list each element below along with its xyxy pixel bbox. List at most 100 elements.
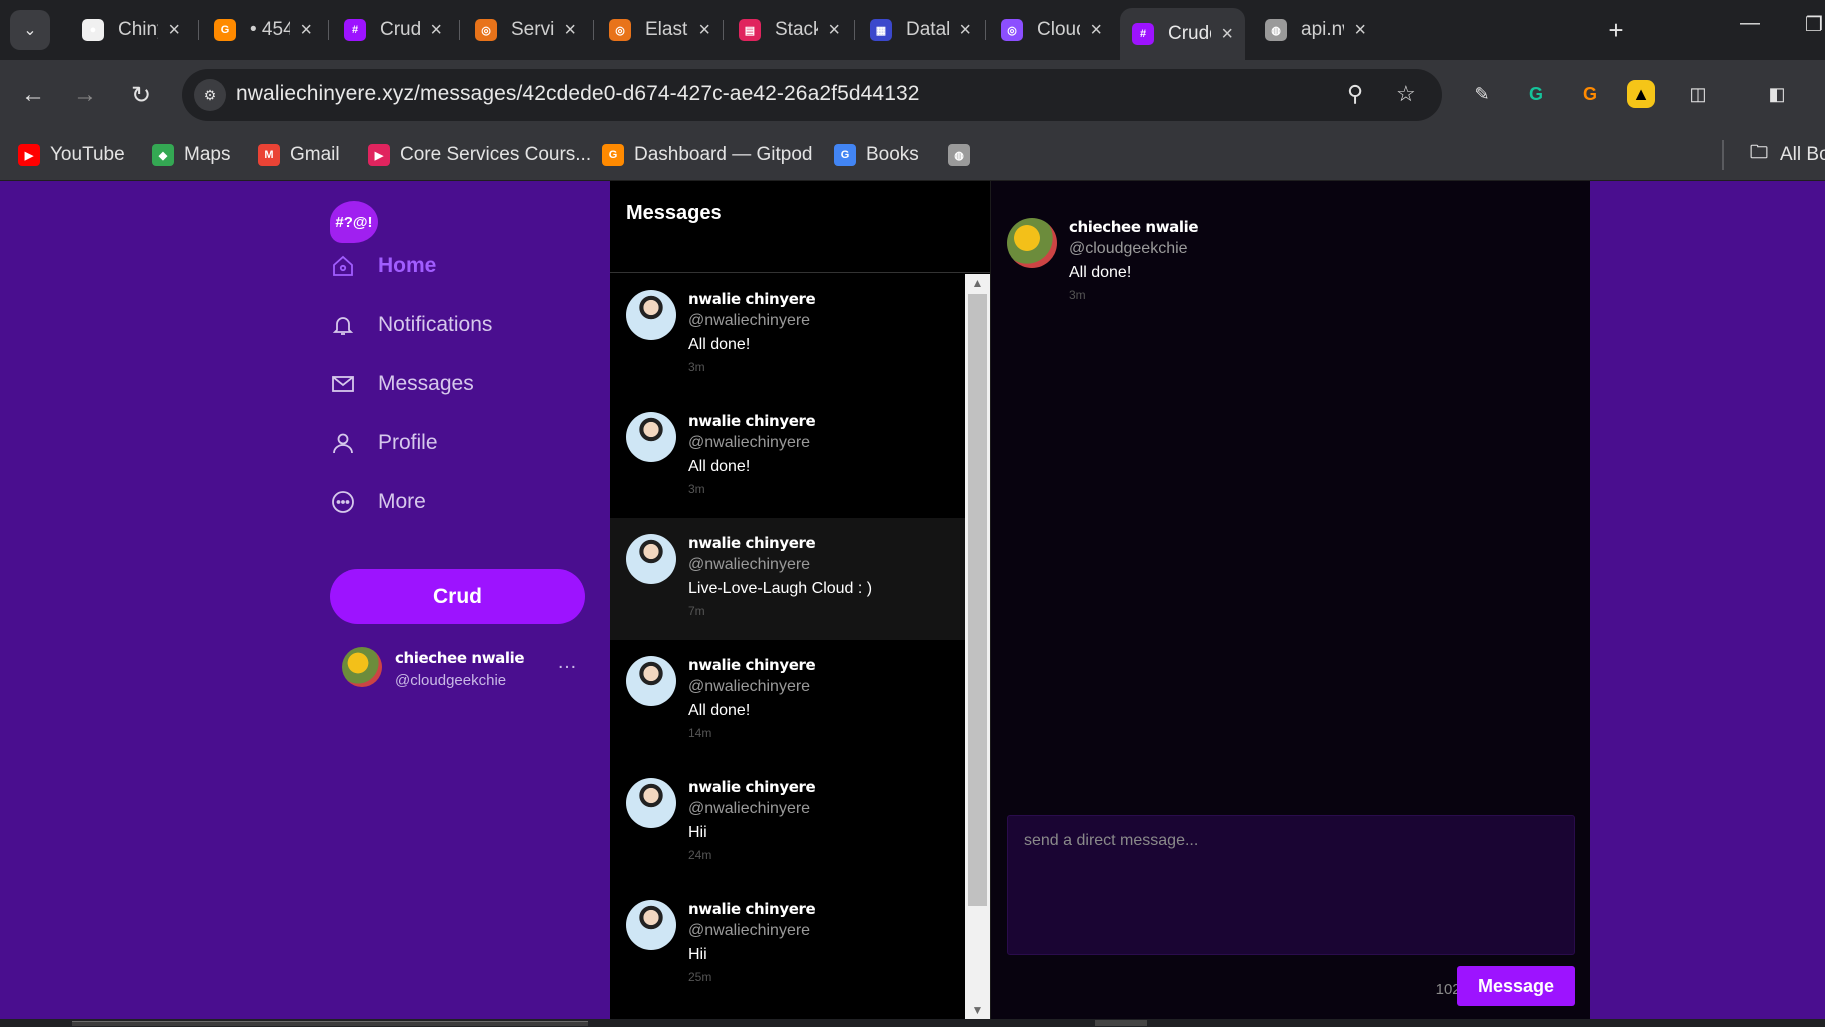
- list-item[interactable]: nwalie chinyere @nwaliechinyere Hii 24m: [610, 762, 965, 884]
- tab-4[interactable]: ◎ Elastic ×: [597, 8, 722, 52]
- google-icon: G: [834, 144, 856, 166]
- sidebar-item-messages[interactable]: Messages: [330, 364, 590, 404]
- conversation-panel: chiechee nwalie @cloudgeekchie All done!…: [990, 181, 1590, 1019]
- sidebar-item-home[interactable]: Home: [330, 246, 590, 286]
- scroll-down-icon[interactable]: ▼: [965, 1001, 990, 1019]
- extensions-puzzle-icon[interactable]: ◫: [1681, 77, 1715, 111]
- tab-separator: [328, 20, 329, 40]
- keep-extension-icon[interactable]: ▲: [1627, 80, 1655, 108]
- tab-7[interactable]: ◎ Cloud ×: [989, 8, 1114, 52]
- message-time: 3m: [1069, 288, 1086, 302]
- profile-card[interactable]: chiechee nwalie @cloudgeekchie …: [342, 643, 582, 693]
- close-icon[interactable]: ×: [959, 19, 971, 42]
- tab-8[interactable]: # Crudder ×: [1120, 8, 1245, 60]
- close-icon[interactable]: ×: [168, 19, 180, 42]
- bookmark-3[interactable]: ▶ Core Services Cours...: [368, 140, 591, 170]
- side-panel-icon[interactable]: ◧: [1760, 77, 1794, 111]
- message-author-name: chiechee nwalie: [1069, 218, 1199, 236]
- gitpod-icon: G: [602, 144, 624, 166]
- list-item[interactable]: nwalie chinyere @nwaliechinyere All done! 3…: [610, 274, 965, 396]
- bookmark-1[interactable]: ◆ Maps: [152, 140, 230, 170]
- youtube-icon: ▶: [18, 144, 40, 166]
- tab-5[interactable]: ▤ Stacks ×: [727, 8, 852, 52]
- eyedropper-extension-icon[interactable]: ✎: [1465, 77, 1499, 111]
- avatar: [1007, 218, 1057, 268]
- message-list-scrollbar[interactable]: ▲ ▼: [965, 274, 990, 1019]
- horizontal-scrollbar-thumb[interactable]: [72, 1021, 588, 1026]
- scroll-up-icon[interactable]: ▲: [965, 274, 990, 292]
- arrow-left-icon: ←: [21, 81, 45, 108]
- bookmark-5[interactable]: G Books: [834, 140, 919, 170]
- message-preview: Hii: [688, 946, 707, 963]
- aws-cloud-icon: ◎: [1001, 19, 1023, 41]
- message-author-handle: @nwaliechinyere: [688, 556, 811, 573]
- crud-button[interactable]: Crud: [330, 569, 585, 624]
- back-button[interactable]: ←: [14, 76, 52, 114]
- bookmark-4[interactable]: G Dashboard — Gitpod: [602, 140, 813, 170]
- avatar: [626, 412, 676, 462]
- close-icon[interactable]: ×: [698, 19, 710, 42]
- tab-search-dropdown[interactable]: ⌄: [10, 10, 50, 50]
- aws-database-icon: ▦: [870, 19, 892, 41]
- message-time: 14m: [688, 726, 712, 740]
- restore-button[interactable]: ❐: [1805, 12, 1823, 37]
- send-message-button[interactable]: Message: [1457, 966, 1575, 1006]
- zoom-icon[interactable]: ⚲: [1347, 81, 1363, 107]
- close-icon[interactable]: ×: [828, 19, 840, 42]
- tab-9[interactable]: ◍ api.nw ×: [1253, 8, 1378, 52]
- github-icon: ●: [82, 19, 104, 41]
- aws-service-icon: ◎: [475, 19, 497, 41]
- close-icon[interactable]: ×: [430, 19, 442, 42]
- app-logo[interactable]: #?@!: [330, 201, 378, 243]
- new-tab-button[interactable]: +: [1598, 12, 1634, 48]
- list-item[interactable]: nwalie chinyere @nwaliechinyere Hii 25m: [610, 884, 965, 1006]
- bookmarks-bar: ▶ YouTube ◆ Maps M Gmail ▶ Core Services Cours.…: [0, 129, 1825, 181]
- grammarly-extension-icon[interactable]: G: [1519, 77, 1553, 111]
- sidebar-item-profile[interactable]: Profile: [330, 423, 590, 463]
- all-bookmarks-label: All Bookmarks: [1780, 144, 1825, 165]
- bookmark-star-icon[interactable]: ☆: [1396, 81, 1416, 107]
- tab-3[interactable]: ◎ Services ×: [463, 8, 588, 52]
- forward-button[interactable]: →: [66, 76, 104, 114]
- minimize-button[interactable]: —: [1740, 12, 1760, 35]
- sidebar-item-more[interactable]: More: [330, 482, 590, 522]
- tab-6[interactable]: ▦ Database ×: [858, 8, 983, 52]
- address-bar[interactable]: ⚙ nwaliechinyere.xyz/messages/42cdede0-d…: [182, 69, 1442, 121]
- tab-separator: [985, 20, 986, 40]
- site-info-icon[interactable]: ⚙: [194, 79, 226, 111]
- maps-icon: ◆: [152, 144, 174, 166]
- bookmark-2[interactable]: M Gmail: [258, 140, 340, 170]
- tab-2[interactable]: # Crudder ×: [332, 8, 454, 52]
- tab-label: • 454: [250, 19, 291, 40]
- restore-icon: ❐: [1805, 14, 1823, 36]
- tab-separator: [723, 20, 724, 40]
- bookmark-label: Books: [866, 144, 919, 165]
- close-icon[interactable]: ×: [1221, 23, 1233, 46]
- bookmark-label: Maps: [184, 144, 231, 165]
- reload-button[interactable]: ↻: [122, 76, 160, 114]
- message-author-handle: @nwaliechinyere: [688, 922, 811, 939]
- tab-0[interactable]: ● Chinyere ×: [70, 8, 192, 52]
- sidebar-item-notifications[interactable]: Notifications: [330, 305, 590, 345]
- close-icon[interactable]: ×: [1354, 19, 1366, 42]
- close-icon[interactable]: ×: [564, 19, 576, 42]
- aws-stacks-icon: ▤: [739, 19, 761, 41]
- tab-1[interactable]: G • 454 ×: [202, 8, 324, 52]
- bookmark-0[interactable]: ▶ YouTube: [18, 140, 125, 170]
- bookmark-label: Dashboard — Gitpod: [634, 144, 813, 165]
- list-item[interactable]: nwalie chinyere @nwaliechinyere All done! 3…: [610, 396, 965, 518]
- gitpod-extension-icon[interactable]: G: [1573, 77, 1607, 111]
- direct-message-input[interactable]: [1007, 815, 1575, 955]
- list-item[interactable]: nwalie chinyere @nwaliechinyere All done! 1…: [610, 640, 965, 762]
- list-item[interactable]: nwalie chinyere @nwaliechinyere Live-Love-…: [610, 518, 965, 640]
- close-icon[interactable]: ×: [300, 19, 312, 42]
- crudder-icon: #: [1132, 23, 1154, 45]
- close-icon[interactable]: ×: [1090, 19, 1102, 42]
- all-bookmarks[interactable]: 🗀 All Bookmarks: [1748, 140, 1825, 170]
- scrollbar-thumb[interactable]: [968, 294, 987, 906]
- bookmark-6[interactable]: ◍: [948, 140, 980, 170]
- gitpod-icon: G: [214, 19, 236, 41]
- profile-more-icon[interactable]: …: [557, 651, 578, 674]
- horizontal-scrollbar[interactable]: [0, 1019, 1825, 1027]
- tab-separator: [854, 20, 855, 40]
